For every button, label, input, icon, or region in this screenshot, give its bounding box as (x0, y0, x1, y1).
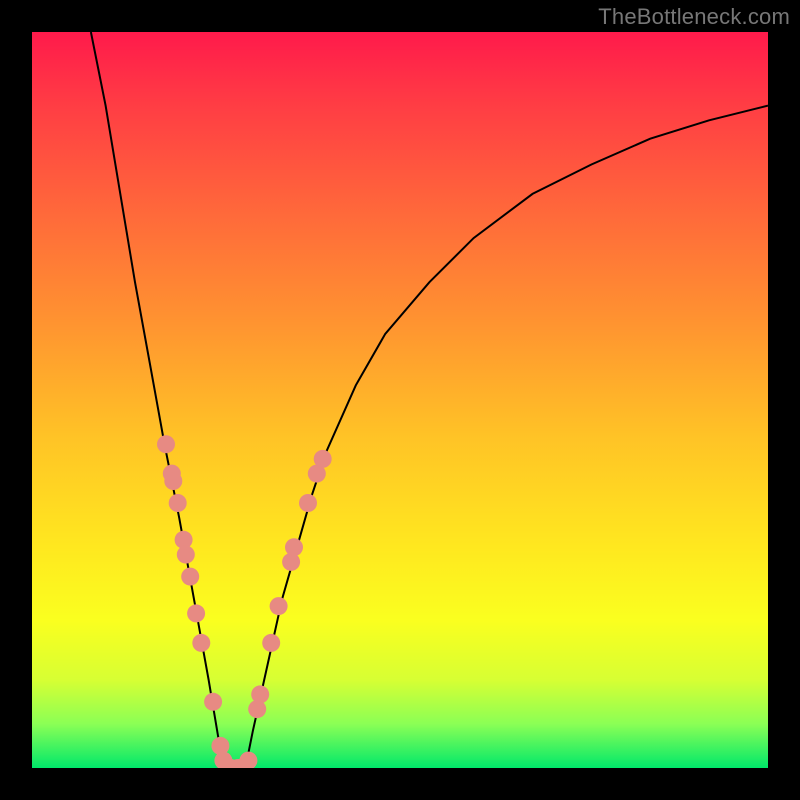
data-markers (157, 435, 332, 768)
data-marker (169, 494, 187, 512)
data-marker (181, 568, 199, 586)
data-marker (187, 604, 205, 622)
data-marker (285, 538, 303, 556)
data-marker (157, 435, 175, 453)
bottleneck-curve-left (91, 32, 224, 768)
data-marker (192, 634, 210, 652)
outer-frame: TheBottleneck.com (0, 0, 800, 800)
data-marker (251, 685, 269, 703)
data-marker (177, 546, 195, 564)
data-marker (270, 597, 288, 615)
data-marker (164, 472, 182, 490)
data-marker (262, 634, 280, 652)
bottleneck-curve-right (245, 106, 768, 768)
data-marker (204, 693, 222, 711)
chart-area (32, 32, 768, 768)
data-marker (299, 494, 317, 512)
watermark-text: TheBottleneck.com (598, 4, 790, 30)
chart-svg (32, 32, 768, 768)
data-marker (239, 752, 257, 768)
data-marker (314, 450, 332, 468)
